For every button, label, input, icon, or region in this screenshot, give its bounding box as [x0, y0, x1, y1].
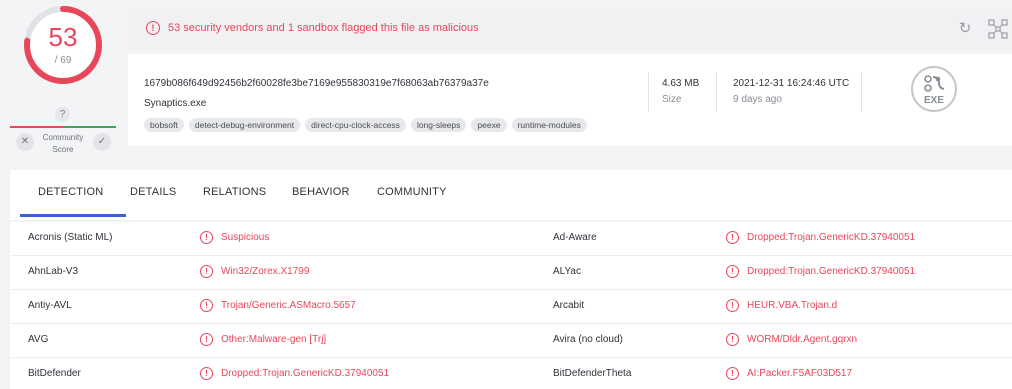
table-row: AhnLab-V3 ! Win32/Zorex.X1799 ALYac ! Dr…	[10, 256, 1012, 290]
file-tag[interactable]: peexe	[471, 118, 507, 132]
table-row: Antiy-AVL ! Trojan/Generic.ASMacro.5657 …	[10, 290, 1012, 324]
engine-name: Acronis (Static ML)	[28, 232, 113, 243]
analysis-date-relative: 9 days ago	[733, 94, 782, 105]
detection-result: Win32/Zorex.X1799	[221, 266, 310, 277]
table-row: Acronis (Static ML) ! Suspicious Ad-Awar…	[10, 222, 1012, 256]
alert-icon: !	[726, 265, 739, 278]
community-score-help-icon[interactable]: ?	[55, 107, 70, 122]
analysis-date: 2021-12-31 16:24:46 UTC	[733, 78, 850, 89]
alert-icon: !	[200, 231, 213, 244]
tab-relations[interactable]: RELATIONS	[203, 186, 266, 198]
alert-icon: !	[200, 265, 213, 278]
detection-result: Other:Malware-gen [Trj]	[221, 334, 327, 345]
detection-result: HEUR.VBA.Trojan.d	[747, 300, 838, 311]
file-tag[interactable]: long-sleeps	[410, 118, 467, 132]
tab-detection[interactable]: DETECTION	[38, 186, 103, 198]
tab-behavior[interactable]: BEHAVIOR	[292, 186, 350, 198]
engine-name: BitDefenderTheta	[553, 368, 632, 379]
engine-total: / 69	[54, 55, 72, 66]
file-info-card: 1679b086f649d92456b2f60028fe3be7169e9558…	[128, 54, 1012, 146]
detection-score-panel: 53 / 69 ? ✕ Community Score ✓	[0, 0, 126, 170]
alert-icon: !	[200, 299, 213, 312]
engine-name: Arcabit	[553, 300, 585, 311]
divider	[648, 72, 649, 112]
detection-result: AI:Packer.F5AF03D517	[747, 368, 853, 379]
file-name: Synaptics.exe	[144, 98, 207, 109]
engine-name: Avira (no cloud)	[553, 334, 623, 345]
graph-icon[interactable]	[988, 19, 1008, 39]
detection-result: WORM/Dldr.Agent.gqrxn	[747, 334, 858, 345]
alert-icon: !	[726, 231, 739, 244]
file-tag[interactable]: detect-debug-environment	[188, 118, 301, 132]
detection-result: Dropped:Trojan.GenericKD.37940051	[747, 232, 916, 243]
file-size: 4.63 MB	[662, 78, 700, 89]
table-row: AVG ! Other:Malware-gen [Trj] Avira (no …	[10, 324, 1012, 358]
alert-icon: !	[726, 333, 739, 346]
file-tags: bobsoft detect-debug-environment direct-…	[144, 118, 587, 132]
vote-malicious-button[interactable]: ✕	[16, 133, 34, 151]
alert-message: 53 security vendors and 1 sandbox flagge…	[168, 22, 479, 34]
divider	[861, 72, 862, 112]
detection-result: Dropped:Trojan.GenericKD.37940051	[221, 368, 390, 379]
engine-name: BitDefender	[28, 368, 81, 379]
community-score-label: Community Score	[42, 133, 84, 154]
detection-result: Trojan/Generic.ASMacro.5657	[221, 300, 356, 311]
alert-icon: !	[200, 333, 213, 346]
engine-name: AhnLab-V3	[28, 266, 79, 277]
alert-icon: !	[726, 299, 739, 312]
file-type-label: EXE	[923, 95, 944, 106]
malicious-alert-bar: ! 53 security vendors and 1 sandbox flag…	[128, 8, 1012, 50]
file-tag[interactable]: runtime-modules	[511, 118, 587, 132]
alert-icon: !	[726, 367, 739, 380]
file-size-label: Size	[662, 94, 682, 105]
engine-name: Ad-Aware	[553, 232, 597, 243]
file-tag[interactable]: direct-cpu-clock-access	[305, 118, 406, 132]
alert-icon: !	[200, 367, 213, 380]
detection-result: Suspicious	[221, 232, 270, 243]
detection-result: Dropped:Trojan.GenericKD.37940051	[747, 266, 916, 277]
vote-harmless-button[interactable]: ✓	[93, 133, 111, 151]
alert-icon: !	[146, 21, 160, 35]
file-hash[interactable]: 1679b086f649d92456b2f60028fe3be7169e9558…	[144, 78, 489, 89]
detection-count: 53	[48, 22, 78, 52]
divider	[716, 72, 717, 112]
report-tabs: DETECTION DETAILS RELATIONS BEHAVIOR COM…	[10, 170, 1012, 220]
tab-details[interactable]: DETAILS	[130, 186, 176, 198]
detection-results-table: Acronis (Static ML) ! Suspicious Ad-Awar…	[10, 222, 1012, 389]
tab-community[interactable]: COMMUNITY	[377, 186, 447, 198]
engine-name: AVG	[28, 334, 49, 345]
active-tab-indicator	[20, 214, 126, 217]
table-row: BitDefender ! Dropped:Trojan.GenericKD.3…	[10, 358, 1012, 389]
engine-name: ALYac	[553, 266, 581, 277]
engine-name: Antiy-AVL	[28, 300, 72, 311]
refresh-icon[interactable]: ↻	[956, 20, 974, 38]
community-score-bar	[10, 126, 116, 128]
file-tag[interactable]: bobsoft	[144, 118, 184, 132]
